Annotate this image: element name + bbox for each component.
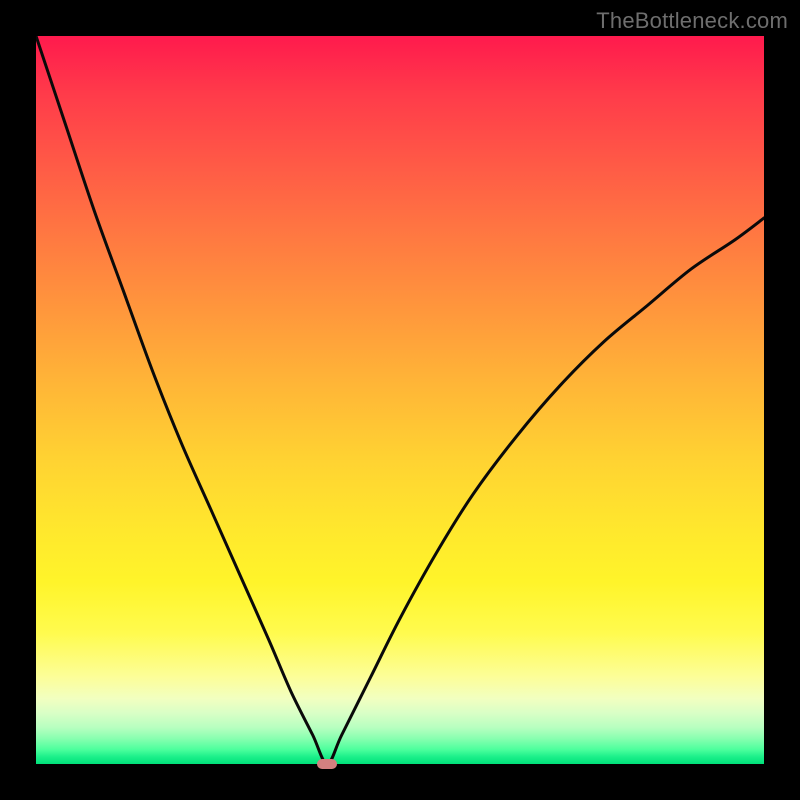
- bottleneck-curve: [36, 36, 764, 764]
- optimal-point-marker: [317, 759, 337, 769]
- watermark-text: TheBottleneck.com: [596, 8, 788, 34]
- chart-plot-area: [36, 36, 764, 764]
